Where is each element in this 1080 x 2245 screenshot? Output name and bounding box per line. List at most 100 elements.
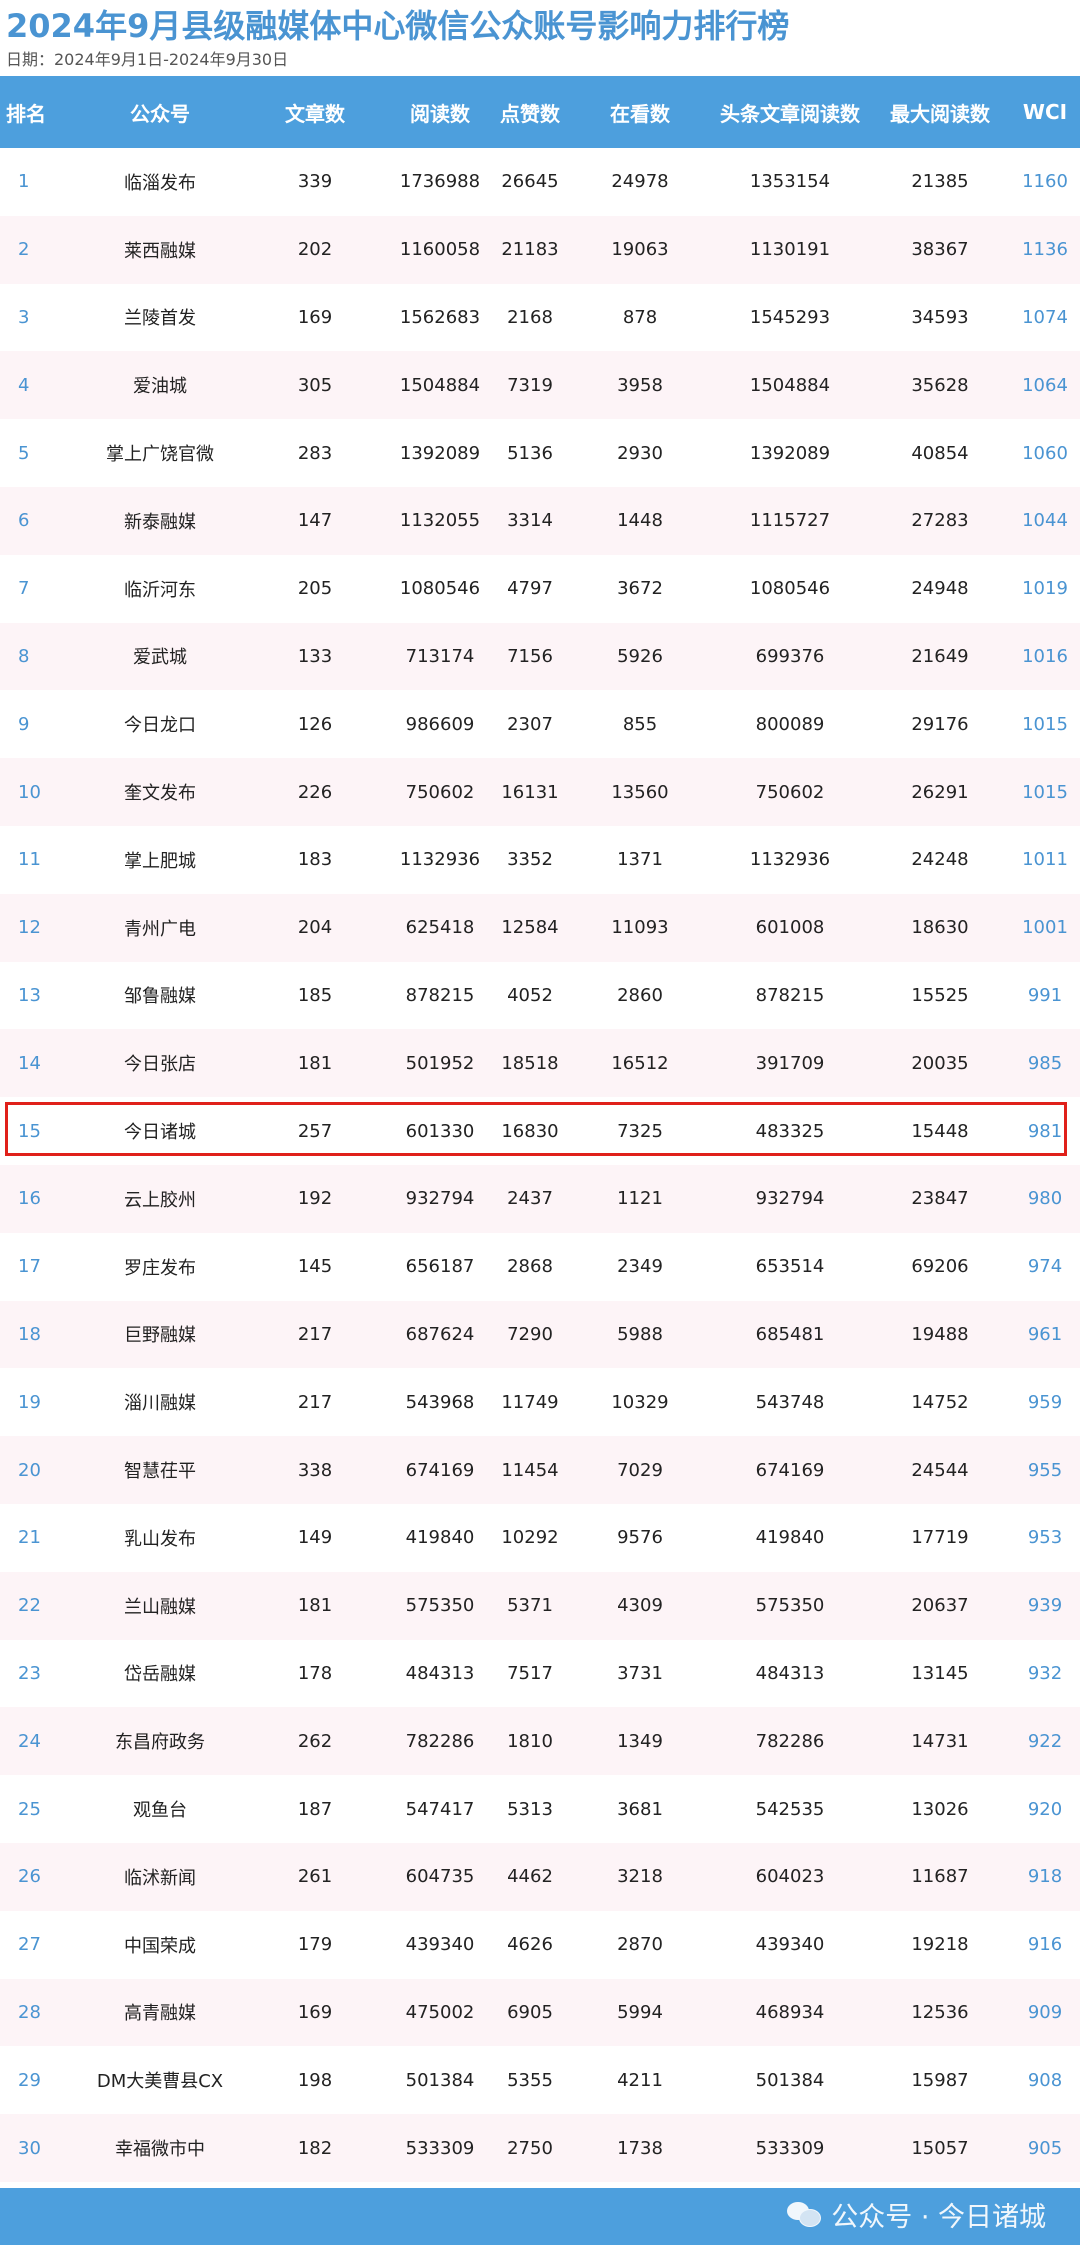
headline-read-count: 878215 [755, 984, 825, 1006]
headline-read-count: 750602 [755, 781, 825, 803]
account-name: 中国荣成 [124, 1935, 196, 1957]
rank: 27 [18, 1934, 41, 1956]
table-row: 27 中国荣成 179 439340 4626 2870 439340 19218 916 [0, 1910, 1080, 1979]
account-name: 智慧茌平 [124, 1461, 196, 1483]
table-row: 4 爱油城 305 1504884 7319 3958 1504884 35628 1064 [0, 351, 1080, 420]
like-count: 16830 [501, 1120, 559, 1142]
read-count: 1736988 [399, 171, 481, 193]
account-name: 掌上肥城 [124, 850, 196, 872]
like-count: 11454 [501, 1459, 559, 1481]
article-count: 187 [297, 1798, 333, 1820]
account-name: 青州广电 [124, 918, 196, 940]
watching-count: 5994 [617, 2001, 663, 2023]
watermark-text: 公众号 · 今日诸城 [831, 2201, 1046, 2233]
account-name: 兰山融媒 [124, 1596, 196, 1618]
max-read-count: 14731 [911, 1730, 969, 1752]
watching-count: 878 [622, 306, 658, 328]
date-range: 日期：2024年9月1日-2024年9月30日 [6, 50, 289, 69]
table-row: 23 岱岳融媒 178 484313 7517 3731 484313 13145 932 [0, 1639, 1080, 1708]
wechat-icon [787, 2200, 822, 2228]
watching-count: 3731 [617, 1662, 663, 1684]
article-count: 149 [297, 1527, 333, 1549]
account-name: 兰陵首发 [124, 308, 196, 330]
like-count: 2437 [507, 1188, 553, 1210]
wci-score: 916 [1027, 1934, 1063, 1956]
read-count: 601330 [405, 1120, 475, 1142]
max-read-count: 34593 [911, 306, 969, 328]
header-watching: 在看数 [610, 101, 670, 126]
wci-score: 939 [1027, 1595, 1063, 1617]
header-max-reads: 最大阅读数 [890, 101, 990, 126]
table-row: 18 巨野融媒 217 687624 7290 5988 685481 19488 961 [0, 1300, 1080, 1369]
table-row: 3 兰陵首发 169 1562683 2168 878 1545293 34593 1074 [0, 283, 1080, 352]
headline-read-count: 1080546 [749, 578, 831, 600]
read-count: 687624 [405, 1323, 475, 1345]
table-row: 12 青州广电 204 625418 12584 11093 601008 18630 1001 [0, 893, 1080, 962]
max-read-count: 19488 [911, 1323, 969, 1345]
rank: 25 [18, 1798, 41, 1820]
article-count: 181 [297, 1595, 333, 1617]
rank: 8 [18, 645, 30, 667]
rank: 29 [18, 2069, 41, 2091]
max-read-count: 12536 [911, 2001, 969, 2023]
article-count: 217 [297, 1323, 333, 1345]
like-count: 21183 [501, 239, 559, 261]
wci-score: 1160 [1022, 171, 1068, 193]
headline-read-count: 1504884 [749, 374, 831, 396]
headline-read-count: 533309 [755, 2137, 825, 2159]
watching-count: 11093 [611, 917, 669, 939]
article-count: 179 [297, 1934, 333, 1956]
wci-score: 918 [1027, 1866, 1063, 1888]
wci-score: 932 [1027, 1662, 1063, 1684]
ranking-table: 排名 公众号 文章数 阅读数 点赞数 在看数 头条文章阅读数 最大阅读数 WCI… [0, 76, 1080, 2182]
wci-score: 1044 [1022, 510, 1068, 532]
article-count: 133 [297, 645, 333, 667]
rank: 16 [18, 1188, 41, 1210]
like-count: 10292 [501, 1527, 559, 1549]
read-count: 656187 [405, 1256, 475, 1278]
rank: 30 [18, 2137, 41, 2159]
article-count: 338 [297, 1459, 333, 1481]
max-read-count: 17719 [911, 1527, 969, 1549]
headline-read-count: 501384 [755, 2069, 825, 2091]
wci-score: 1016 [1022, 645, 1068, 667]
read-count: 501384 [405, 2069, 475, 2091]
account-name: 东昌府政务 [115, 1732, 205, 1754]
max-read-count: 26291 [911, 781, 969, 803]
like-count: 1810 [507, 1730, 553, 1752]
article-count: 305 [297, 374, 333, 396]
header-rank: 排名 [6, 101, 46, 126]
headline-read-count: 1130191 [749, 239, 831, 261]
headline-read-count: 653514 [755, 1256, 825, 1278]
watching-count: 855 [622, 713, 658, 735]
like-count: 2168 [507, 306, 553, 328]
max-read-count: 20637 [911, 1595, 969, 1617]
max-read-count: 24948 [911, 578, 969, 600]
read-count: 750602 [405, 781, 475, 803]
like-count: 11749 [501, 1391, 559, 1413]
read-count: 419840 [405, 1527, 475, 1549]
account-name: 岱岳融媒 [124, 1664, 196, 1686]
headline-read-count: 1545293 [749, 306, 831, 328]
table-row: 28 高青融媒 169 475002 6905 5994 468934 12536 909 [0, 1978, 1080, 2047]
headline-read-count: 542535 [755, 1798, 825, 1820]
headline-read-count: 468934 [755, 2001, 825, 2023]
article-count: 183 [297, 849, 333, 871]
max-read-count: 13145 [911, 1662, 969, 1684]
watching-count: 10329 [611, 1391, 669, 1413]
wci-score: 909 [1027, 2001, 1063, 2023]
table-row: 11 掌上肥城 183 1132936 3352 1371 1132936 24248 1011 [0, 825, 1080, 894]
account-name: 莱西融媒 [124, 240, 196, 262]
max-read-count: 14752 [911, 1391, 969, 1413]
wci-score: 1064 [1022, 374, 1068, 396]
headline-read-count: 484313 [755, 1662, 825, 1684]
rank: 1 [18, 171, 30, 193]
account-name: 高青融媒 [124, 2003, 196, 2025]
watching-count: 3672 [617, 578, 663, 600]
max-read-count: 27283 [911, 510, 969, 532]
table-row: 2 莱西融媒 202 1160058 21183 19063 1130191 38367 113… [0, 215, 1080, 284]
headline-read-count: 543748 [755, 1391, 825, 1413]
account-name: 幸福微市中 [115, 2139, 205, 2160]
article-count: 204 [297, 917, 333, 939]
watching-count: 7325 [617, 1120, 663, 1142]
